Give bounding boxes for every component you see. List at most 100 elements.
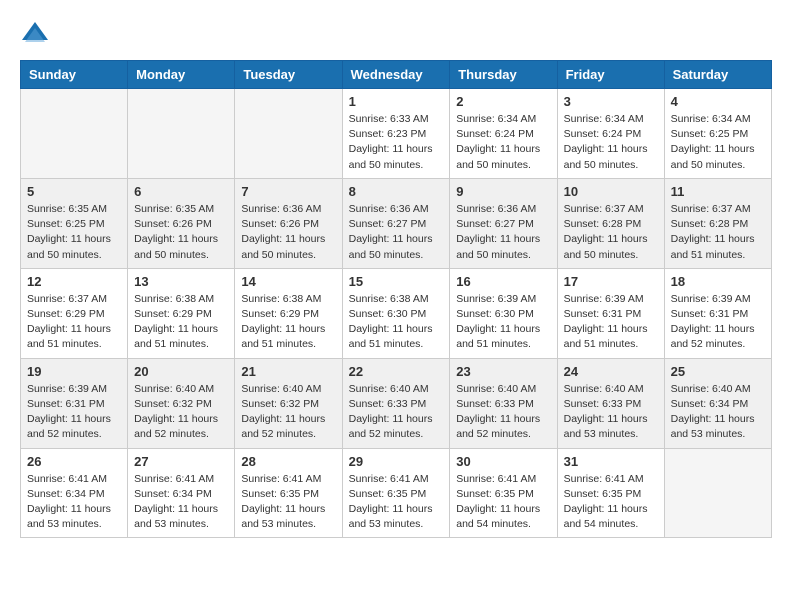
calendar-cell: 29 Sunrise: 6:41 AM Sunset: 6:35 PM Dayli…: [342, 448, 450, 538]
day-info: Sunrise: 6:36 AM Sunset: 6:27 PM Dayligh…: [349, 202, 444, 263]
day-number: 31: [564, 454, 658, 469]
calendar-cell: [128, 89, 235, 179]
calendar-cell: 12 Sunrise: 6:37 AM Sunset: 6:29 PM Dayli…: [21, 268, 128, 358]
day-number: 8: [349, 184, 444, 199]
day-number: 3: [564, 94, 658, 109]
day-number: 1: [349, 94, 444, 109]
day-number: 19: [27, 364, 121, 379]
day-number: 13: [134, 274, 228, 289]
calendar-cell: 22 Sunrise: 6:40 AM Sunset: 6:33 PM Dayli…: [342, 358, 450, 448]
calendar-cell: 14 Sunrise: 6:38 AM Sunset: 6:29 PM Dayli…: [235, 268, 342, 358]
calendar-cell: 17 Sunrise: 6:39 AM Sunset: 6:31 PM Dayli…: [557, 268, 664, 358]
calendar-cell: [235, 89, 342, 179]
calendar-week-4: 19 Sunrise: 6:39 AM Sunset: 6:31 PM Dayli…: [21, 358, 772, 448]
calendar-cell: 6Sunrise: 6:35 AM Sunset: 6:26 PM Daylig…: [128, 178, 235, 268]
calendar-cell: 2Sunrise: 6:34 AM Sunset: 6:24 PM Daylig…: [450, 89, 557, 179]
header-row: SundayMondayTuesdayWednesdayThursdayFrid…: [21, 61, 772, 89]
col-header-monday: Monday: [128, 61, 235, 89]
day-info: Sunrise: 6:40 AM Sunset: 6:34 PM Dayligh…: [671, 382, 765, 443]
col-header-thursday: Thursday: [450, 61, 557, 89]
calendar-week-1: 1 Sunrise: 6:33 AM Sunset: 6:23 PM Daylig…: [21, 89, 772, 179]
day-number: 10: [564, 184, 658, 199]
day-number: 5: [27, 184, 121, 199]
day-number: 22: [349, 364, 444, 379]
calendar-cell: 21 Sunrise: 6:40 AM Sunset: 6:32 PM Dayli…: [235, 358, 342, 448]
calendar-cell: 31 Sunrise: 6:41 AM Sunset: 6:35 PM Dayli…: [557, 448, 664, 538]
col-header-wednesday: Wednesday: [342, 61, 450, 89]
day-info: Sunrise: 6:37 AM Sunset: 6:29 PM Dayligh…: [27, 292, 121, 353]
calendar-week-2: 5Sunrise: 6:35 AM Sunset: 6:25 PM Daylig…: [21, 178, 772, 268]
day-info: Sunrise: 6:41 AM Sunset: 6:35 PM Dayligh…: [564, 472, 658, 533]
day-info: Sunrise: 6:41 AM Sunset: 6:35 PM Dayligh…: [349, 472, 444, 533]
day-info: Sunrise: 6:40 AM Sunset: 6:32 PM Dayligh…: [134, 382, 228, 443]
calendar-cell: 20 Sunrise: 6:40 AM Sunset: 6:32 PM Dayli…: [128, 358, 235, 448]
day-info: Sunrise: 6:41 AM Sunset: 6:35 PM Dayligh…: [241, 472, 335, 533]
day-info: Sunrise: 6:34 AM Sunset: 6:24 PM Dayligh…: [564, 112, 658, 173]
calendar-cell: 25 Sunrise: 6:40 AM Sunset: 6:34 PM Dayli…: [664, 358, 771, 448]
day-number: 29: [349, 454, 444, 469]
calendar-cell: 16Sunrise: 6:39 AM Sunset: 6:30 PM Dayli…: [450, 268, 557, 358]
day-info: Sunrise: 6:38 AM Sunset: 6:29 PM Dayligh…: [241, 292, 335, 353]
day-info: Sunrise: 6:39 AM Sunset: 6:31 PM Dayligh…: [27, 382, 121, 443]
calendar-cell: 13 Sunrise: 6:38 AM Sunset: 6:29 PM Dayli…: [128, 268, 235, 358]
calendar-cell: [21, 89, 128, 179]
calendar-cell: 27 Sunrise: 6:41 AM Sunset: 6:34 PM Dayli…: [128, 448, 235, 538]
day-number: 7: [241, 184, 335, 199]
day-info: Sunrise: 6:35 AM Sunset: 6:26 PM Dayligh…: [134, 202, 228, 263]
day-info: Sunrise: 6:41 AM Sunset: 6:34 PM Dayligh…: [134, 472, 228, 533]
calendar-cell: 7 Sunrise: 6:36 AM Sunset: 6:26 PM Daylig…: [235, 178, 342, 268]
calendar-cell: 24Sunrise: 6:40 AM Sunset: 6:33 PM Dayli…: [557, 358, 664, 448]
calendar-table: SundayMondayTuesdayWednesdayThursdayFrid…: [20, 60, 772, 538]
calendar-cell: 8 Sunrise: 6:36 AM Sunset: 6:27 PM Daylig…: [342, 178, 450, 268]
day-number: 2: [456, 94, 550, 109]
day-number: 27: [134, 454, 228, 469]
col-header-friday: Friday: [557, 61, 664, 89]
day-number: 20: [134, 364, 228, 379]
day-info: Sunrise: 6:39 AM Sunset: 6:31 PM Dayligh…: [671, 292, 765, 353]
day-number: 26: [27, 454, 121, 469]
day-info: Sunrise: 6:41 AM Sunset: 6:34 PM Dayligh…: [27, 472, 121, 533]
day-number: 12: [27, 274, 121, 289]
day-info: Sunrise: 6:33 AM Sunset: 6:23 PM Dayligh…: [349, 112, 444, 173]
col-header-tuesday: Tuesday: [235, 61, 342, 89]
calendar-cell: 4Sunrise: 6:34 AM Sunset: 6:25 PM Daylig…: [664, 89, 771, 179]
calendar-week-5: 26 Sunrise: 6:41 AM Sunset: 6:34 PM Dayli…: [21, 448, 772, 538]
day-info: Sunrise: 6:41 AM Sunset: 6:35 PM Dayligh…: [456, 472, 550, 533]
day-info: Sunrise: 6:38 AM Sunset: 6:30 PM Dayligh…: [349, 292, 444, 353]
col-header-sunday: Sunday: [21, 61, 128, 89]
calendar-cell: 5Sunrise: 6:35 AM Sunset: 6:25 PM Daylig…: [21, 178, 128, 268]
calendar-cell: 15 Sunrise: 6:38 AM Sunset: 6:30 PM Dayli…: [342, 268, 450, 358]
logo-icon: [20, 20, 50, 50]
calendar-cell: 18Sunrise: 6:39 AM Sunset: 6:31 PM Dayli…: [664, 268, 771, 358]
calendar-cell: 1 Sunrise: 6:33 AM Sunset: 6:23 PM Daylig…: [342, 89, 450, 179]
day-number: 21: [241, 364, 335, 379]
calendar-cell: 26 Sunrise: 6:41 AM Sunset: 6:34 PM Dayli…: [21, 448, 128, 538]
day-info: Sunrise: 6:37 AM Sunset: 6:28 PM Dayligh…: [671, 202, 765, 263]
calendar-cell: 19 Sunrise: 6:39 AM Sunset: 6:31 PM Dayli…: [21, 358, 128, 448]
col-header-saturday: Saturday: [664, 61, 771, 89]
day-number: 4: [671, 94, 765, 109]
calendar-cell: 30Sunrise: 6:41 AM Sunset: 6:35 PM Dayli…: [450, 448, 557, 538]
calendar-cell: 10 Sunrise: 6:37 AM Sunset: 6:28 PM Dayli…: [557, 178, 664, 268]
calendar-cell: 11 Sunrise: 6:37 AM Sunset: 6:28 PM Dayli…: [664, 178, 771, 268]
day-number: 15: [349, 274, 444, 289]
day-number: 9: [456, 184, 550, 199]
day-number: 11: [671, 184, 765, 199]
logo: [20, 20, 54, 50]
day-info: Sunrise: 6:38 AM Sunset: 6:29 PM Dayligh…: [134, 292, 228, 353]
calendar-cell: 28 Sunrise: 6:41 AM Sunset: 6:35 PM Dayli…: [235, 448, 342, 538]
day-number: 17: [564, 274, 658, 289]
day-info: Sunrise: 6:37 AM Sunset: 6:28 PM Dayligh…: [564, 202, 658, 263]
day-number: 25: [671, 364, 765, 379]
day-info: Sunrise: 6:40 AM Sunset: 6:33 PM Dayligh…: [456, 382, 550, 443]
day-info: Sunrise: 6:39 AM Sunset: 6:31 PM Dayligh…: [564, 292, 658, 353]
day-info: Sunrise: 6:40 AM Sunset: 6:32 PM Dayligh…: [241, 382, 335, 443]
day-number: 14: [241, 274, 335, 289]
calendar-cell: 9 Sunrise: 6:36 AM Sunset: 6:27 PM Daylig…: [450, 178, 557, 268]
day-number: 28: [241, 454, 335, 469]
day-number: 23: [456, 364, 550, 379]
day-info: Sunrise: 6:36 AM Sunset: 6:26 PM Dayligh…: [241, 202, 335, 263]
calendar-cell: 3 Sunrise: 6:34 AM Sunset: 6:24 PM Daylig…: [557, 89, 664, 179]
day-info: Sunrise: 6:36 AM Sunset: 6:27 PM Dayligh…: [456, 202, 550, 263]
day-info: Sunrise: 6:40 AM Sunset: 6:33 PM Dayligh…: [349, 382, 444, 443]
